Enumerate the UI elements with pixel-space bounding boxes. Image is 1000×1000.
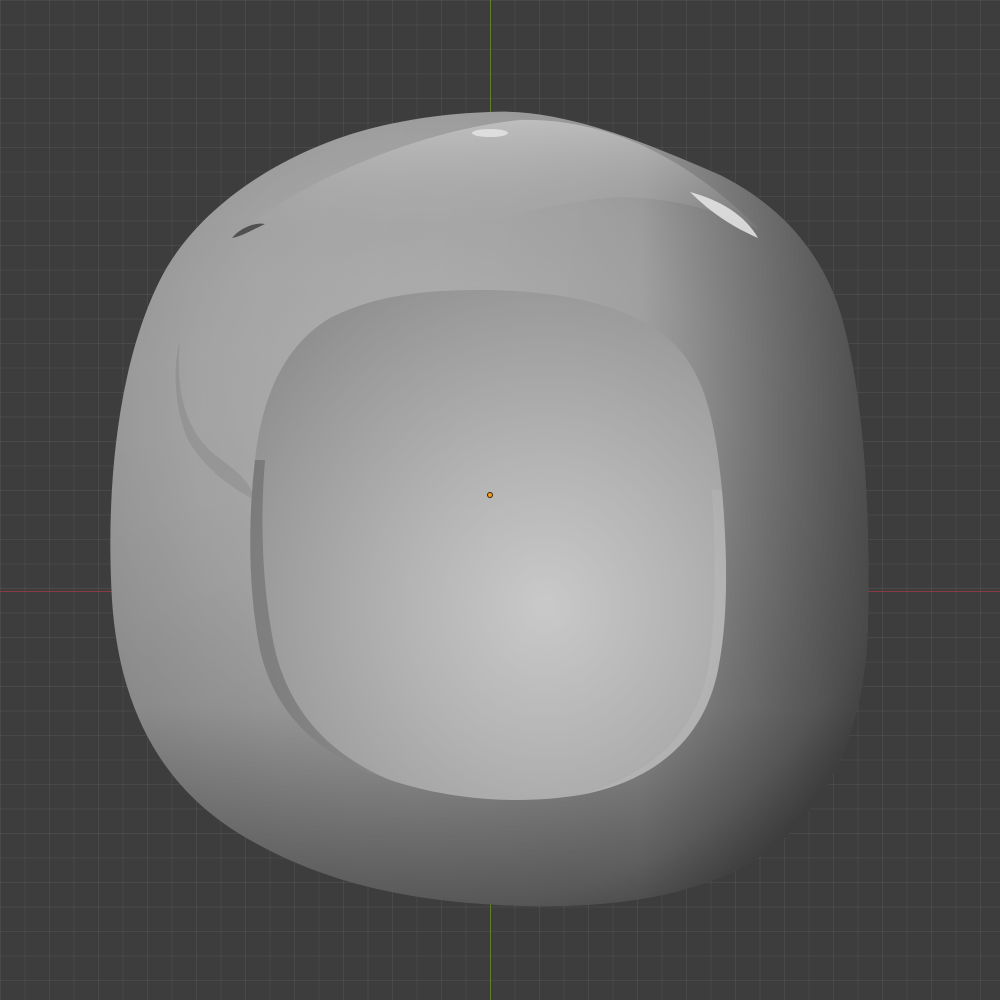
mesh-inner-face bbox=[250, 290, 727, 800]
mesh-specular-top bbox=[472, 129, 508, 137]
3d-viewport[interactable] bbox=[0, 0, 1000, 1000]
sculpt-mesh[interactable] bbox=[0, 0, 1000, 1000]
object-origin-dot[interactable] bbox=[487, 492, 493, 498]
